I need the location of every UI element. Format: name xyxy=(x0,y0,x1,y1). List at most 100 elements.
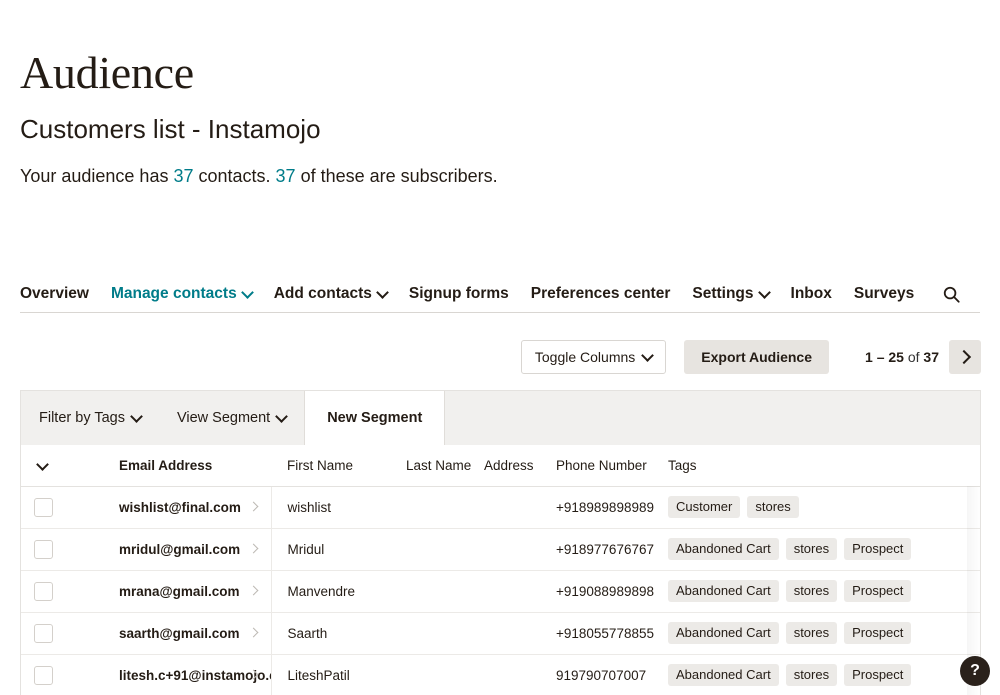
row-checkbox[interactable] xyxy=(33,581,53,601)
nav-item-preferences-center[interactable]: Preferences center xyxy=(531,285,671,303)
nav-item-settings[interactable]: Settings xyxy=(692,285,768,303)
row-select-cell xyxy=(21,654,65,695)
cell-phone: +919088989898 xyxy=(556,570,668,613)
tag-badge[interactable]: Prospect xyxy=(844,622,912,644)
select-all-header[interactable] xyxy=(21,445,65,487)
cell-tags: Abandoned Cart stores Prospect xyxy=(668,612,980,655)
column-header-email[interactable]: Email Address xyxy=(65,445,271,487)
table-row[interactable]: mridul@gmail.com Mridul +918977676767 Aband… xyxy=(21,528,980,571)
summary-middle: contacts. xyxy=(193,165,276,186)
tag-badge[interactable]: Abandoned Cart xyxy=(668,538,779,560)
nav-divider xyxy=(20,312,980,313)
nav-item-overview[interactable]: Overview xyxy=(20,285,89,303)
nav-item-label: Manage contacts xyxy=(110,285,237,302)
tag-list: Abandoned Cart stores Prospect xyxy=(668,538,980,560)
table-header: Email Address First Name Last Name Addre… xyxy=(21,445,980,487)
chevron-down-icon xyxy=(643,351,652,360)
audience-summary: Your audience has 37 contacts. 37 of the… xyxy=(20,165,1000,188)
nav-item-manage-contacts[interactable]: Manage contacts xyxy=(111,285,252,303)
pagination-label: 1 – 25 of 37 xyxy=(865,349,939,365)
chevron-down-icon xyxy=(132,412,141,421)
nav-item-label: Overview xyxy=(20,285,89,302)
cell-address xyxy=(484,654,556,695)
tag-list: Customer stores xyxy=(668,496,980,518)
cell-tags: Abandoned Cart stores Prospect xyxy=(668,528,980,571)
pagination-total: 37 xyxy=(923,349,939,365)
tag-badge[interactable]: Abandoned Cart xyxy=(668,622,779,644)
new-segment-tab[interactable]: New Segment xyxy=(305,391,446,445)
filter-by-tags-dropdown[interactable]: Filter by Tags xyxy=(21,391,159,445)
audience-nav: Overview Manage contacts Add contacts Si… xyxy=(0,276,1000,312)
table-row[interactable]: saarth@gmail.com Saarth +918055778855 Aband… xyxy=(21,612,980,655)
row-select-cell xyxy=(21,486,65,529)
tag-badge[interactable]: Abandoned Cart xyxy=(668,580,779,602)
tag-badge[interactable]: Customer xyxy=(668,496,741,518)
cell-email[interactable]: saarth@gmail.com xyxy=(65,612,272,655)
chevron-down-icon xyxy=(378,288,387,297)
row-select-cell xyxy=(21,528,65,571)
cell-first-name: LiteshPatil xyxy=(271,654,406,695)
cell-last-name xyxy=(406,570,484,613)
nav-item-surveys[interactable]: Surveys xyxy=(854,285,914,303)
cell-email[interactable]: wishlist@final.com xyxy=(65,486,272,529)
row-checkbox[interactable] xyxy=(33,497,53,517)
audience-page: Audience Customers list - Instamojo Your… xyxy=(0,0,1000,695)
chevron-down-icon xyxy=(760,288,769,297)
tag-badge[interactable]: Prospect xyxy=(844,538,912,560)
help-button[interactable]: ? xyxy=(960,656,990,686)
export-audience-button[interactable]: Export Audience xyxy=(684,340,830,374)
tag-badge[interactable]: Abandoned Cart xyxy=(668,664,779,686)
email-text: wishlist@final.com xyxy=(119,499,241,515)
nav-item-label: Signup forms xyxy=(408,285,509,302)
cell-first-name: Saarth xyxy=(271,612,406,655)
cell-last-name xyxy=(406,528,484,571)
row-checkbox[interactable] xyxy=(33,665,53,685)
contacts-table-container: Email Address First Name Last Name Addre… xyxy=(20,445,981,695)
nav-item-add-contacts[interactable]: Add contacts xyxy=(274,285,387,303)
cell-tags: Customer stores xyxy=(668,486,980,529)
tag-badge[interactable]: stores xyxy=(785,538,838,560)
view-segment-dropdown[interactable]: View Segment xyxy=(159,391,306,445)
chevron-down-icon xyxy=(277,412,286,421)
tag-badge[interactable]: stores xyxy=(747,496,799,518)
column-header-tags[interactable]: Tags xyxy=(668,445,980,487)
table-toolbar: Toggle Columns Export Audience 1 – 25 of… xyxy=(520,340,981,374)
column-header-last-name[interactable]: Last Name xyxy=(406,445,484,487)
table-row[interactable]: litesh.c+91@instamojo.comLiteshPatil 9197… xyxy=(21,654,980,695)
tag-badge[interactable]: Prospect xyxy=(844,580,912,602)
pagination-next-button[interactable] xyxy=(949,340,981,374)
summary-prefix: Your audience has xyxy=(20,165,174,186)
tag-badge[interactable]: stores xyxy=(785,580,838,602)
tag-badge[interactable]: Prospect xyxy=(844,664,912,686)
cell-last-name xyxy=(406,654,484,695)
search-button[interactable] xyxy=(942,285,961,304)
cell-email[interactable]: mridul@gmail.com xyxy=(65,528,272,571)
column-header-address[interactable]: Address xyxy=(484,445,556,487)
chevron-down-icon xyxy=(243,288,252,297)
table-row[interactable]: mrana@gmail.com Manvendre +919088989898 Aba… xyxy=(21,570,980,613)
cell-first-name: Manvendre xyxy=(271,570,406,613)
table-row[interactable]: wishlist@final.com wishlist +918989898989 C… xyxy=(21,486,980,529)
nav-item-signup-forms[interactable]: Signup forms xyxy=(409,285,509,303)
toggle-columns-button[interactable]: Toggle Columns xyxy=(520,340,667,374)
cell-email[interactable]: litesh.c+91@instamojo.com xyxy=(65,654,272,695)
tag-badge[interactable]: stores xyxy=(785,622,838,644)
summary-subscribers-count: 37 xyxy=(275,165,296,186)
cell-last-name xyxy=(406,612,484,655)
tag-badge[interactable]: stores xyxy=(785,664,838,686)
page-header: Audience Customers list - Instamojo Your… xyxy=(0,0,1000,188)
page-title: Audience xyxy=(20,47,194,98)
tag-list: Abandoned Cart stores Prospect xyxy=(668,664,980,686)
cell-email[interactable]: mrana@gmail.com xyxy=(65,570,272,613)
nav-item-inbox[interactable]: Inbox xyxy=(791,285,832,303)
row-checkbox[interactable] xyxy=(33,623,53,643)
chevron-right-icon xyxy=(248,585,258,596)
cell-last-name xyxy=(406,486,484,529)
cell-address xyxy=(484,486,556,529)
chevron-right-icon xyxy=(248,543,258,554)
summary-contacts-count: 37 xyxy=(173,165,194,186)
filter-bar: Filter by Tags View Segment New Segment xyxy=(20,390,981,445)
row-checkbox[interactable] xyxy=(33,539,53,559)
column-header-phone[interactable]: Phone Number xyxy=(556,445,668,487)
column-header-first-name[interactable]: First Name xyxy=(271,445,406,487)
